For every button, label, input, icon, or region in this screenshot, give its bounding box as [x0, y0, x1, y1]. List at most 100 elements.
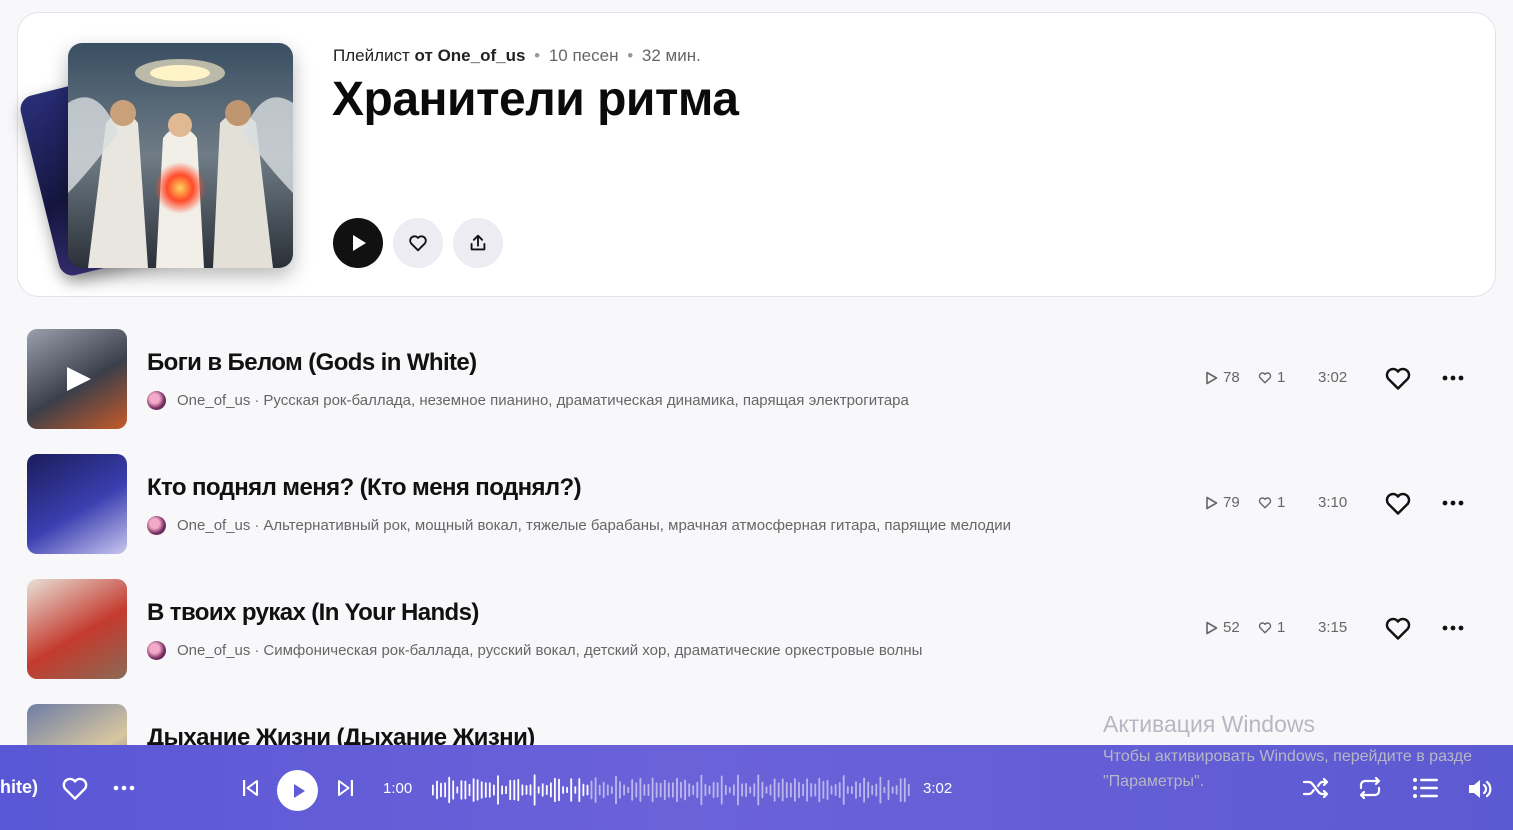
waveform-bar — [899, 778, 902, 802]
track-cover[interactable] — [27, 329, 127, 429]
play-count-value: 78 — [1223, 369, 1240, 386]
waveform-bar — [611, 786, 613, 794]
more-icon — [1442, 625, 1464, 631]
track-row[interactable]: Боги в Белом (Gods in White) One_of_us · Р… — [0, 329, 1513, 439]
separator: · — [254, 642, 260, 659]
waveform-bar — [436, 780, 438, 800]
track-cover[interactable] — [27, 454, 127, 554]
play-count-value: 52 — [1223, 619, 1240, 636]
waveform-bar — [790, 782, 792, 798]
play-count: 78 — [1205, 369, 1240, 386]
waveform-bar — [517, 778, 520, 802]
queue-button[interactable] — [1412, 777, 1440, 799]
track-more-button[interactable] — [1440, 365, 1466, 396]
waveform-bar — [834, 784, 837, 796]
player-track-title[interactable]: hite) — [0, 777, 38, 798]
waveform-bar — [615, 775, 617, 805]
player-like-button[interactable] — [60, 775, 90, 801]
playlist-from-label: от — [414, 46, 433, 65]
waveform-bar — [753, 783, 756, 797]
track-row[interactable]: Кто поднял меня? (Кто меня поднял?) One_… — [0, 454, 1513, 564]
play-count: 52 — [1205, 619, 1240, 636]
like-count-value: 1 — [1277, 494, 1286, 511]
track-like-button[interactable] — [1384, 490, 1412, 521]
player-waveform-seekbar[interactable] — [432, 773, 912, 807]
waveform-bar — [859, 782, 861, 797]
player-more-button[interactable] — [112, 778, 136, 798]
waveform-bar — [541, 783, 544, 797]
like-playlist-button[interactable] — [393, 218, 443, 268]
player-total-time: 3:02 — [923, 780, 953, 797]
track-subtitle: One_of_us · Альтернативный рок, мощный вок… — [177, 517, 1011, 534]
previous-track-button[interactable] — [240, 778, 260, 798]
waveform-bar — [513, 779, 516, 801]
track-cover[interactable] — [27, 579, 127, 679]
waveform-bar — [680, 781, 682, 799]
waveform-bar — [724, 784, 727, 796]
playlist-song-count: 10 песен — [548, 46, 619, 65]
waveform-bar — [627, 786, 630, 794]
playlist-type-label: Плейлист — [333, 46, 410, 65]
next-track-button[interactable] — [336, 778, 356, 798]
waveform-bar — [655, 782, 658, 798]
track-duration: 3:10 — [1318, 494, 1348, 511]
player-play-button[interactable] — [277, 770, 318, 811]
waveform-bar — [558, 778, 560, 802]
share-playlist-button[interactable] — [453, 218, 503, 268]
volume-button[interactable] — [1466, 777, 1496, 801]
waveform-bar — [448, 776, 451, 804]
play-playlist-button[interactable] — [333, 218, 383, 268]
track-more-button[interactable] — [1440, 615, 1466, 646]
waveform-bar — [594, 777, 597, 803]
like-count: 1 — [1258, 619, 1285, 636]
waveform-bar — [651, 777, 654, 803]
waveform-bar — [712, 781, 715, 799]
track-row[interactable]: В твоих руках (In Your Hands) One_of_us ·… — [0, 579, 1513, 689]
track-title[interactable]: Кто поднял меня? (Кто меня поднял?) — [147, 474, 582, 502]
waveform-bar — [830, 785, 833, 795]
waveform-bar — [688, 783, 691, 797]
waveform-bar — [606, 784, 609, 796]
track-author-link[interactable]: One_of_us — [177, 517, 250, 534]
waveform-bar — [578, 778, 581, 802]
heart-icon — [1385, 617, 1411, 640]
waveform-bar — [647, 783, 650, 797]
track-more-button[interactable] — [1440, 490, 1466, 521]
track-author-link[interactable]: One_of_us — [177, 392, 250, 409]
waveform-bar — [635, 782, 638, 798]
volume-icon — [1469, 780, 1492, 798]
like-count: 1 — [1258, 369, 1285, 386]
track-duration: 3:15 — [1318, 619, 1348, 636]
heart-icon — [1258, 497, 1272, 509]
track-like-button[interactable] — [1384, 615, 1412, 646]
waveform-bar — [692, 785, 695, 795]
heart-icon — [62, 777, 88, 800]
waveform-bar — [488, 782, 491, 798]
waveform-bar — [883, 786, 886, 794]
waveform-bar — [745, 783, 747, 797]
waveform-bar — [676, 777, 678, 803]
queue-icon — [1413, 778, 1438, 798]
playlist-author-link[interactable]: One_of_us — [438, 46, 526, 65]
waveform-bar — [545, 784, 548, 795]
track-author-link[interactable]: One_of_us — [177, 642, 250, 659]
track-subtitle: One_of_us · Русская рок-баллада, неземное … — [177, 392, 909, 409]
waveform-bar — [887, 779, 890, 801]
meta-dot: • — [627, 46, 634, 65]
repeat-button[interactable] — [1356, 776, 1384, 800]
track-like-button[interactable] — [1384, 365, 1412, 396]
waveform-bar — [871, 785, 874, 795]
waveform-bar — [550, 782, 552, 798]
track-title[interactable]: В твоих руках (In Your Hands) — [147, 599, 479, 627]
shuffle-button[interactable] — [1302, 776, 1330, 800]
like-count: 1 — [1258, 494, 1285, 511]
waveform-bar — [879, 776, 882, 804]
waveform-bar — [765, 786, 768, 794]
waveform-bar — [468, 783, 471, 797]
waveform-bar — [716, 782, 719, 798]
avatar — [147, 516, 166, 535]
waveform-bar — [501, 785, 503, 795]
waveform-bar — [757, 774, 760, 806]
track-title[interactable]: Боги в Белом (Gods in White) — [147, 349, 477, 377]
play-count-icon — [1206, 621, 1218, 634]
